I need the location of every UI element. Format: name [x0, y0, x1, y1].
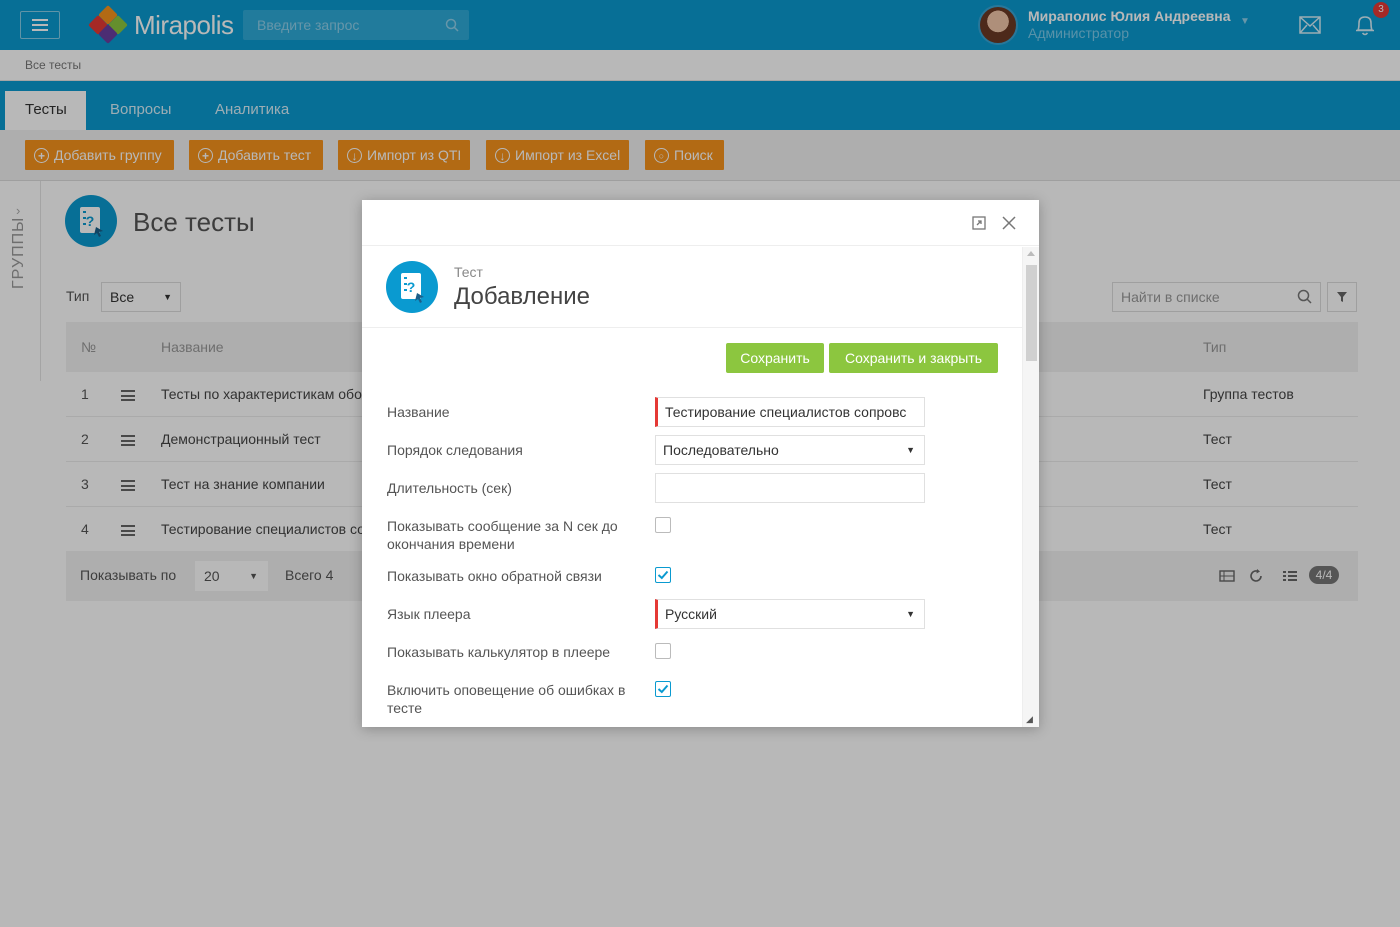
dialog-titlebar: [362, 200, 1039, 246]
duration-field[interactable]: [655, 473, 925, 503]
order-select[interactable]: Последовательно ▼: [655, 435, 925, 465]
svg-text:?: ?: [407, 279, 416, 295]
dialog-header: ? Тест Добавление: [362, 247, 1022, 328]
feedback-window-checkbox[interactable]: [655, 567, 671, 583]
scroll-up-arrow-icon[interactable]: [1027, 251, 1035, 256]
add-test-dialog: ? Тест Добавление Сохранить Сохранить и …: [362, 200, 1039, 727]
error-notify-checkbox[interactable]: [655, 681, 671, 697]
chevron-down-icon: ▼: [906, 436, 915, 464]
expand-icon[interactable]: [972, 216, 986, 230]
test-icon: ?: [386, 261, 438, 313]
dialog-title: Добавление: [454, 283, 590, 310]
calculator-checkbox[interactable]: [655, 643, 671, 659]
save-and-close-button[interactable]: Сохранить и закрыть: [829, 343, 998, 373]
error-notify-label: Включить оповещение об ошибках в тесте: [387, 682, 626, 716]
duration-label: Длительность (сек): [387, 480, 512, 496]
order-label: Порядок следования: [387, 442, 523, 458]
name-label: Название: [387, 404, 450, 420]
warn-before-end-label: Показывать сообщение за N сек до окончан…: [387, 518, 618, 552]
checkmark-icon: [657, 684, 669, 694]
player-language-select[interactable]: Русский ▼: [655, 599, 925, 629]
player-language-label: Язык плеера: [387, 606, 471, 622]
dialog-subtitle: Тест: [454, 264, 483, 280]
name-field[interactable]: Тестирование специалистов сопровс: [655, 397, 925, 427]
resize-handle-icon[interactable]: ◢: [1026, 714, 1033, 725]
save-button[interactable]: Сохранить: [726, 343, 824, 373]
scrollbar-thumb[interactable]: [1026, 265, 1037, 361]
dialog-scrollbar[interactable]: [1022, 247, 1039, 727]
warn-before-end-checkbox[interactable]: [655, 517, 671, 533]
checkmark-icon: [657, 570, 669, 580]
close-icon[interactable]: [1001, 215, 1017, 231]
chevron-down-icon: ▼: [906, 600, 915, 628]
feedback-window-label: Показывать окно обратной связи: [387, 568, 602, 584]
calculator-label: Показывать калькулятор в плеере: [387, 644, 611, 660]
